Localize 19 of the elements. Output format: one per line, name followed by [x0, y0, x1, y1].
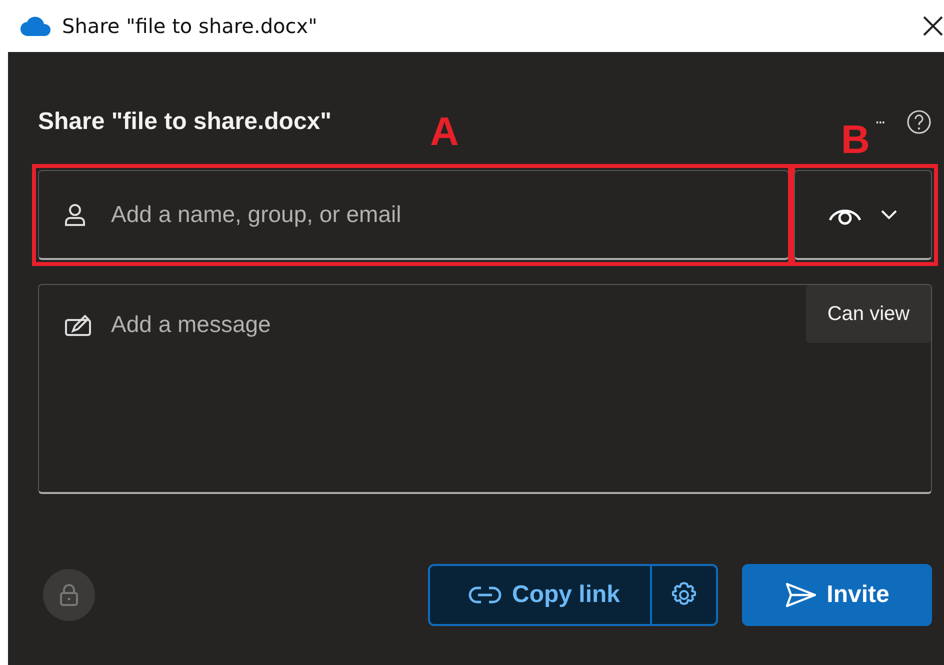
link-icon — [468, 586, 502, 604]
lock-button[interactable] — [43, 569, 95, 621]
lock-icon — [59, 583, 79, 607]
chevron-down-icon — [880, 209, 898, 220]
window-title: Share "file to share.docx" — [62, 14, 318, 38]
cloud-icon — [20, 16, 52, 36]
help-icon[interactable] — [906, 109, 932, 135]
recipient-field[interactable]: Add a name, group, or email — [38, 170, 789, 260]
annotation-label: B — [841, 120, 870, 160]
close-icon[interactable] — [922, 15, 944, 37]
person-icon — [64, 203, 86, 227]
send-icon — [784, 582, 817, 608]
permission-dropdown[interactable] — [794, 170, 932, 260]
dialog-heading: Share "file to share.docx" — [38, 108, 332, 136]
tooltip: Can view — [806, 285, 931, 343]
edit-icon — [64, 314, 94, 338]
more-options-button[interactable]: ··· — [874, 112, 884, 132]
annotation-label: A — [430, 112, 459, 152]
invite-button[interactable]: Invite — [742, 564, 932, 626]
